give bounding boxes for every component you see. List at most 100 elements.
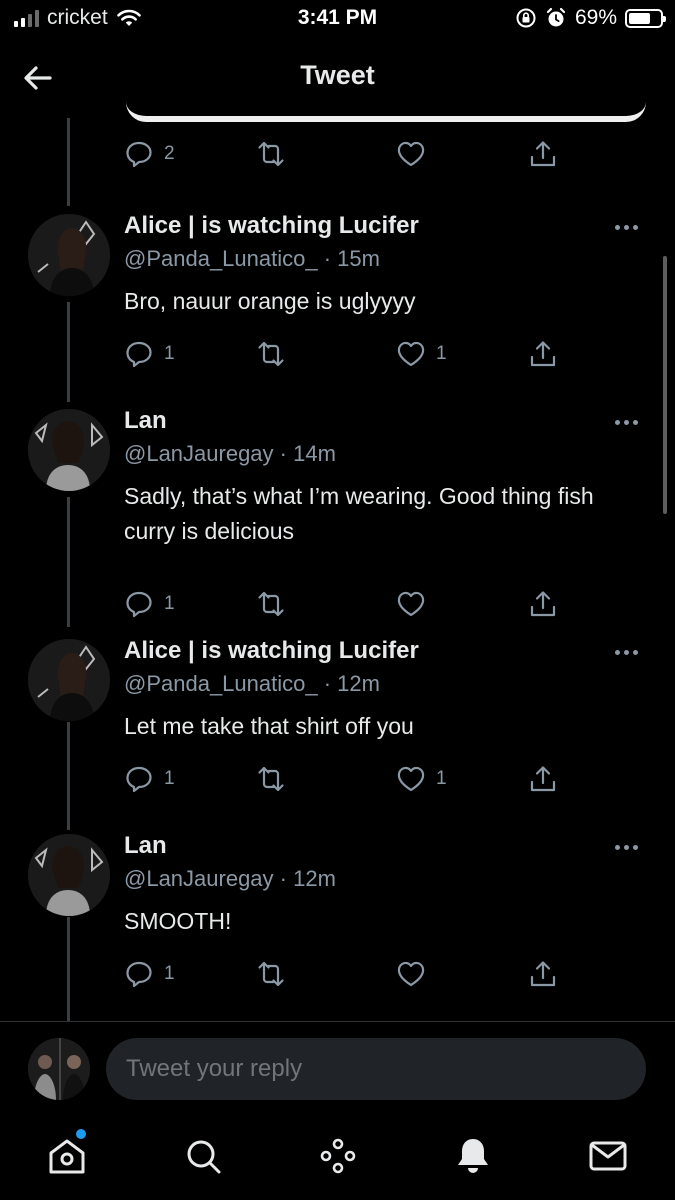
retweet-button[interactable] [256,137,286,171]
reply-icon [126,766,152,793]
search-tab[interactable] [182,1135,224,1177]
reply-icon [126,141,152,168]
retweet-button[interactable] [256,957,286,991]
share-button[interactable] [528,587,558,621]
more-options-button[interactable] [615,222,645,232]
user-handle[interactable]: @LanJauregay [124,866,274,891]
handle-and-time: @Panda_Lunatico_ · 15m [124,246,380,272]
separator-dot: · [317,246,338,271]
handle-and-time: @LanJauregay · 14m [124,441,336,467]
tweet-text: SMOOTH! [124,908,232,934]
alarm-icon [546,7,566,27]
mail-icon [589,1141,627,1171]
more-icon [615,224,620,230]
avatar[interactable] [28,409,110,491]
thread-connector-line [67,118,70,206]
more-options-button[interactable] [615,842,645,852]
reply-tweet[interactable]: Alice | is watching Lucifer @Panda_Lunati… [0,210,675,377]
avatar[interactable] [28,214,110,296]
notifications-tab[interactable] [452,1135,494,1177]
like-button[interactable]: 1 [396,337,447,371]
tweet-action-bar: 1 [124,587,564,621]
share-icon [530,341,556,367]
like-button[interactable] [396,137,426,171]
bell-icon [458,1139,488,1173]
reply-button[interactable]: 1 [124,957,175,991]
share-icon [530,591,556,617]
display-name[interactable]: Alice | is watching Lucifer [124,637,419,665]
reply-count: 1 [164,343,175,364]
user-handle[interactable]: @Panda_Lunatico_ [124,671,318,696]
more-options-button[interactable] [615,647,645,657]
share-button[interactable] [528,762,558,796]
more-icon [615,419,620,425]
status-bar: cricket 3:41 PM 69% [0,0,675,40]
like-button[interactable]: 1 [396,762,447,796]
share-icon [530,961,556,987]
new-content-indicator [76,1129,86,1139]
reply-count: 1 [164,963,175,984]
tweet-action-bar: 11 [124,762,564,796]
more-options-button[interactable] [615,417,645,427]
reply-icon [126,961,152,988]
battery-icon [625,8,666,28]
avatar[interactable] [28,1038,90,1100]
retweet-button[interactable] [256,762,286,796]
separator-dot: · [317,671,338,696]
reply-icon [126,341,152,368]
rotation-lock-icon [516,8,536,28]
retweet-icon [258,341,284,367]
reply-icon [126,591,152,618]
battery-percent: 69% [574,6,617,29]
tweet-timestamp: 12m [337,671,380,696]
heart-icon [397,766,425,792]
separator-dot: · [273,866,294,891]
share-button[interactable] [528,337,558,371]
reply-tweet[interactable]: Lan @LanJauregay · 12m SMOOTH! 1 [0,830,675,997]
tweet-action-bar: 11 [124,337,564,371]
parent-tweet-card-edge [126,102,646,122]
share-icon [530,766,556,792]
heart-icon [397,341,425,367]
tweet-text: Bro, nauur orange is uglyyyy [124,288,416,314]
tweet-timestamp: 14m [293,441,336,466]
tweet-text: Let me take that shirt off you [124,713,414,739]
reply-button[interactable]: 1 [124,337,175,371]
like-button[interactable] [396,587,436,621]
tweet-action-bar: 1 [124,957,564,991]
user-handle[interactable]: @Panda_Lunatico_ [124,246,318,271]
reply-input[interactable] [106,1038,646,1100]
reply-tweet[interactable]: Lan @LanJauregay · 14m Sadly, that’s what … [0,405,675,627]
page-title: Tweet [300,60,375,90]
reply-button[interactable]: 1 [124,762,175,796]
like-count: 1 [436,768,447,789]
reply-tweet[interactable]: Alice | is watching Lucifer @Panda_Lunati… [0,635,675,802]
user-handle[interactable]: @LanJauregay [124,441,274,466]
reply-button[interactable]: 2 [124,137,175,171]
avatar[interactable] [28,639,110,721]
tweet-text: Sadly, that’s what I’m wearing. Good thi… [124,483,594,544]
like-button[interactable] [396,957,436,991]
scrollbar[interactable] [663,256,667,514]
retweet-button[interactable] [256,337,286,371]
reply-composer [0,1021,675,1113]
share-icon [530,141,556,167]
display-name[interactable]: Lan [124,832,167,860]
retweet-icon [258,961,284,987]
tweet-timestamp: 15m [337,246,380,271]
avatar[interactable] [28,834,110,916]
share-button[interactable] [528,137,558,171]
home-tab[interactable] [46,1135,88,1177]
display-name[interactable]: Lan [124,407,167,435]
bottom-tab-bar [0,1113,675,1200]
spaces-tab[interactable] [317,1135,359,1177]
share-button[interactable] [528,957,558,991]
retweet-button[interactable] [256,587,286,621]
heart-icon [397,961,425,987]
reply-button[interactable]: 1 [124,587,175,621]
reply-count: 2 [164,143,175,164]
heart-icon [397,141,425,167]
messages-tab[interactable] [587,1135,629,1177]
display-name[interactable]: Alice | is watching Lucifer [124,212,419,240]
like-count: 1 [436,343,447,364]
